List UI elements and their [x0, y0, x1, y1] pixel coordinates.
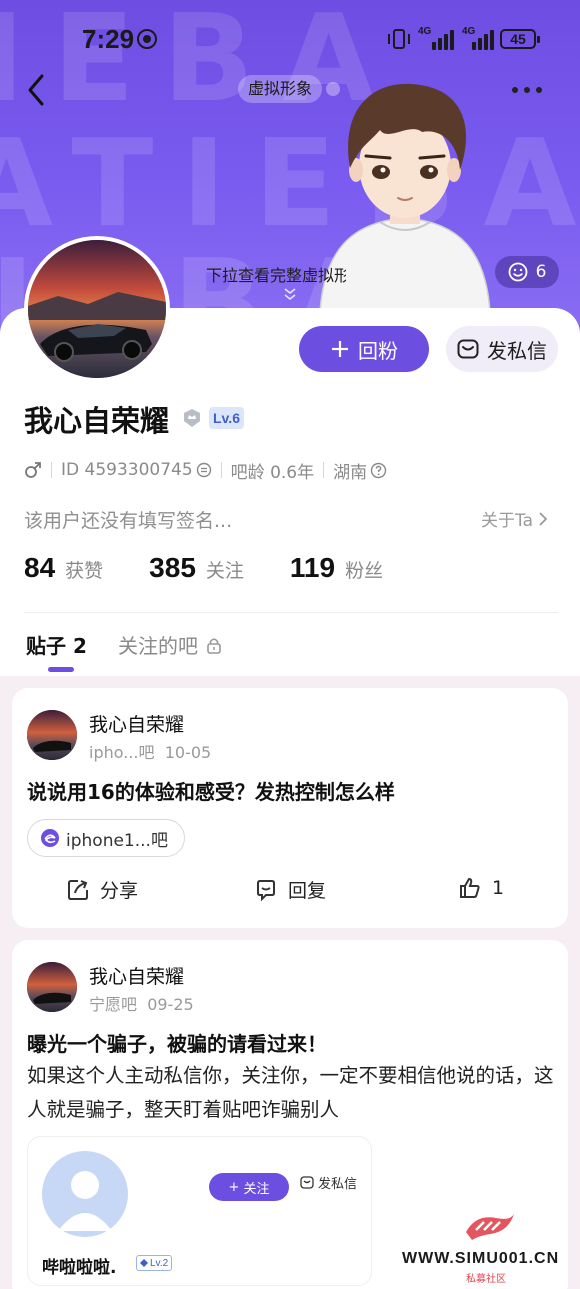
site-watermark: WWW.SIMU001.CN 私募社区 [400, 1200, 580, 1289]
post-date: 09-25 [147, 995, 194, 1014]
smile-icon [508, 262, 527, 282]
diamond-icon [140, 1259, 148, 1267]
tieba-age: 吧龄 0.6年 [230, 462, 315, 483]
post-author-name[interactable]: 我心自荣耀 [89, 710, 184, 737]
post-author-avatar[interactable] [27, 962, 77, 1012]
profile-username: 我心自荣耀 [24, 404, 170, 438]
embedded-message-button: 发私信 [300, 1173, 357, 1192]
post-card[interactable]: 我心自荣耀 ipho...吧 10-05 说说用16的体验和感受？发热控制怎么样… [12, 688, 568, 928]
message-icon [300, 1176, 314, 1189]
active-tab-indicator [48, 667, 74, 672]
about-link[interactable]: 关于Ta [481, 506, 549, 531]
follow-back-button[interactable]: 回粉 [299, 326, 429, 372]
watermark-logo [466, 1214, 514, 1240]
about-label: 关于Ta [481, 511, 533, 531]
post-author-name[interactable]: 我心自荣耀 [89, 962, 184, 989]
profile-meta: ID 4593300745 吧龄 0.6年 湖南 [24, 458, 387, 483]
following-label: 关注 [205, 560, 244, 582]
likes-label: 获赞 [65, 560, 104, 582]
male-icon [25, 462, 41, 478]
post-bar-name[interactable]: ipho...吧 [89, 743, 155, 762]
profile-bio: 该用户还没有填写签名... [24, 510, 233, 532]
share-button[interactable]: 分享 [66, 876, 138, 903]
user-location: 湖南 [333, 462, 368, 483]
chevron-right-icon [539, 511, 548, 526]
user-id[interactable]: ID 4593300745 [61, 460, 193, 480]
post-title[interactable]: 说说用16的体验和感受？发热控制怎么样 [27, 776, 395, 805]
reply-button[interactable]: 回复 [254, 876, 326, 903]
embedded-username: 哔啦啦啦. [42, 1258, 117, 1278]
bar-chip[interactable]: iphone1...吧 [27, 819, 185, 857]
share-icon [68, 879, 88, 900]
lock-icon [207, 637, 221, 654]
level-badge-icon [184, 409, 200, 427]
tab-followed-bars[interactable]: 关注的吧 [118, 630, 222, 659]
status-bar: 7:29 4G 4G 45 [0, 0, 580, 72]
embedded-avatar [42, 1151, 128, 1237]
embedded-message-label: 发私信 [318, 1177, 358, 1192]
status-time: 7:29 [82, 24, 135, 54]
post-title[interactable]: 曝光一个骗子，被骗的请看过来！ [27, 1028, 327, 1057]
post-date: 10-05 [164, 743, 212, 762]
tab-followed-bars-label: 关注的吧 [118, 634, 198, 658]
chevron-down-icon [284, 288, 296, 301]
help-icon[interactable] [370, 462, 387, 479]
plus-icon [332, 341, 348, 357]
embedded-screenshot[interactable]: + 关注 发私信 哔啦啦啦. Lv.2 [27, 1136, 372, 1286]
more-icon[interactable] [512, 80, 552, 100]
follow-back-label: 回粉 [358, 338, 398, 363]
following-count[interactable]: 385 [149, 552, 196, 584]
battery-indicator: 45 [500, 29, 540, 49]
comment-icon [257, 879, 275, 901]
profile-stats: 84 获赞 385 关注 119 粉丝 [24, 552, 383, 584]
watermark-label: 私募社区 [466, 1274, 506, 1285]
embedded-level-badge: Lv.2 [136, 1255, 173, 1271]
copy-icon[interactable] [196, 462, 212, 478]
embedded-follow-label: 关注 [243, 1181, 270, 1197]
post-author-avatar[interactable] [27, 710, 77, 760]
pull-down-hint: 下拉查看完整虚拟形象 [206, 266, 346, 285]
signal-icon [418, 28, 458, 50]
settings-status-icon [137, 29, 157, 49]
like-count: 6 [535, 262, 547, 282]
followers-label: 粉丝 [345, 560, 384, 582]
send-message-button[interactable]: 发私信 [446, 326, 558, 372]
likes-count[interactable]: 84 [24, 552, 55, 584]
level-badge[interactable]: Lv.6 [209, 407, 244, 429]
avatar-like-chip[interactable]: 6 [495, 256, 559, 288]
embedded-follow-button: + 关注 [209, 1173, 289, 1201]
post-body[interactable]: 如果这个人主动私信你，关注你，一定不要相信他说的话，这人就是骗子，整天盯着贴吧诈… [27, 1059, 557, 1127]
vibrate-icon [388, 29, 410, 49]
post-meta: 宁愿吧 09-25 [89, 991, 194, 1015]
back-icon[interactable] [22, 72, 52, 108]
watermark-site: WWW.SIMU001.CN [402, 1250, 560, 1267]
message-icon [457, 339, 479, 359]
like-button[interactable]: 1 [458, 876, 504, 900]
divider [24, 612, 558, 613]
send-message-label: 发私信 [487, 338, 547, 363]
embedded-level-text: Lv.2 [150, 1257, 169, 1269]
post-meta: ipho...吧 10-05 [89, 739, 211, 763]
post-bar-name[interactable]: 宁愿吧 [89, 995, 137, 1014]
bar-chip-label: iphone1...吧 [66, 830, 168, 851]
avatar[interactable] [24, 236, 170, 382]
tieba-logo-icon [41, 829, 59, 847]
signal-icon [462, 28, 496, 50]
tab-posts[interactable]: 贴子 2 [26, 630, 87, 659]
share-label: 分享 [100, 880, 139, 902]
reply-label: 回复 [288, 880, 327, 902]
followers-count[interactable]: 119 [290, 552, 335, 584]
like-count: 1 [492, 877, 505, 899]
thumbs-up-icon [460, 877, 480, 898]
